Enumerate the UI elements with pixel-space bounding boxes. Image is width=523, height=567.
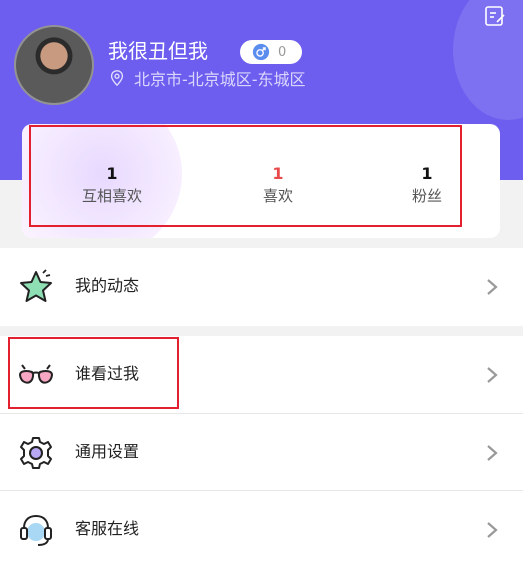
stat-mutual-likes[interactable]: 1 互相喜欢 [72, 164, 152, 206]
stat-count: 1 [421, 164, 433, 183]
stat-fans[interactable]: 1 粉丝 [397, 164, 457, 206]
menu-label: 谁看过我 [75, 364, 140, 383]
menu-label: 我的动态 [75, 276, 140, 295]
gender-badge: 0 [240, 40, 302, 64]
male-icon [252, 43, 270, 61]
menu-item-settings[interactable]: 通用设置 [0, 414, 523, 492]
menu-item-visitors[interactable]: 谁看过我 [0, 336, 523, 414]
chevron-right-icon [487, 522, 498, 538]
gear-icon [20, 437, 52, 469]
stat-count: 1 [106, 164, 118, 183]
menu-item-customer-service[interactable]: 客服在线 [0, 491, 523, 567]
menu-label: 通用设置 [75, 442, 140, 461]
menu-item-my-posts[interactable]: 我的动态 [0, 248, 523, 326]
stat-label: 喜欢 [262, 187, 293, 205]
menu-label: 客服在线 [75, 519, 140, 538]
chevron-right-icon [487, 367, 498, 383]
stat-count: 1 [272, 164, 284, 183]
glasses-icon [18, 364, 54, 384]
avatar[interactable] [14, 25, 94, 105]
edit-icon[interactable] [483, 4, 507, 28]
chevron-right-icon [487, 279, 498, 295]
chevron-right-icon [487, 445, 498, 461]
location-pin-icon [110, 70, 124, 87]
location-text: 北京市-北京城区-东城区 [134, 70, 306, 89]
headset-icon [20, 514, 52, 546]
username: 我很丑但我 [108, 39, 208, 63]
stat-label: 粉丝 [411, 187, 442, 205]
stat-likes[interactable]: 1 喜欢 [243, 164, 313, 206]
location: 北京市-北京城区-东城区 [108, 66, 306, 90]
stats-card: 1 互相喜欢 1 喜欢 1 粉丝 [22, 124, 500, 238]
gender-count: 0 [278, 44, 287, 60]
star-icon [20, 269, 52, 302]
stat-label: 互相喜欢 [81, 187, 142, 205]
